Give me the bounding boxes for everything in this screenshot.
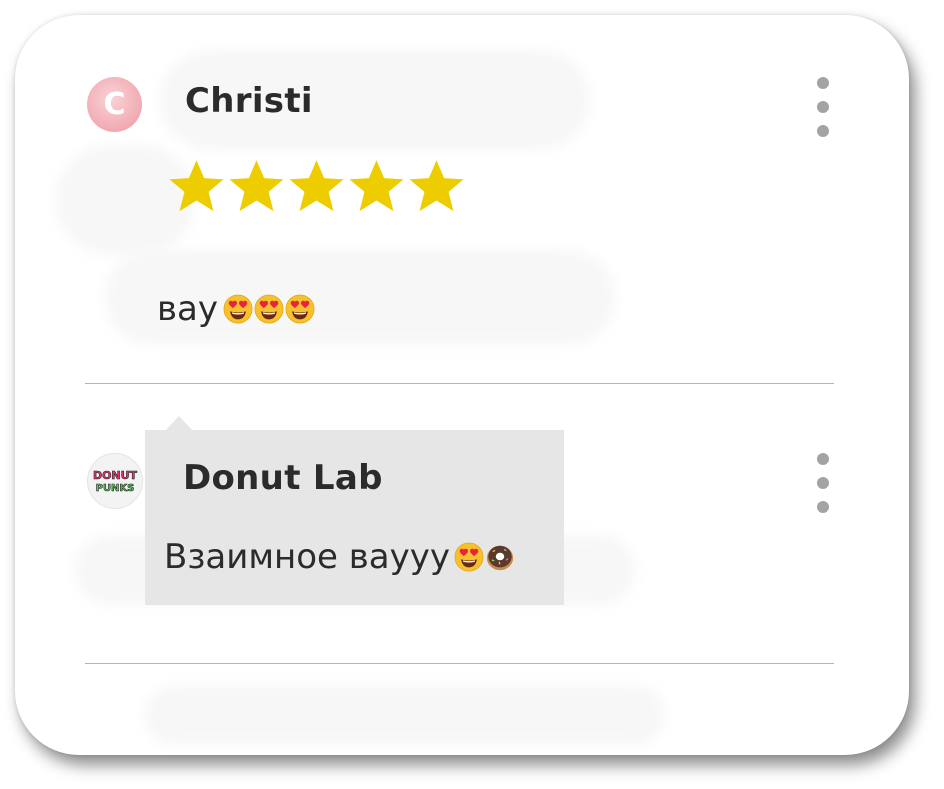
author-name[interactable]: Christi bbox=[185, 81, 313, 121]
reply-author-name[interactable]: Donut Lab bbox=[183, 458, 383, 498]
heart-eyes-emoji-icon bbox=[285, 294, 315, 324]
divider bbox=[85, 383, 834, 384]
reply-text: Взаимное ваууу bbox=[164, 537, 450, 577]
more-options-button[interactable] bbox=[808, 77, 838, 137]
star-icon bbox=[287, 158, 346, 215]
review-emojis bbox=[222, 294, 315, 324]
more-vertical-icon-dot bbox=[817, 125, 829, 137]
review-text: вау bbox=[157, 289, 218, 329]
avatar-letter: C bbox=[103, 87, 126, 122]
reply-emojis bbox=[453, 542, 515, 572]
reply-more-options-button[interactable] bbox=[808, 453, 838, 513]
more-vertical-icon-dot bbox=[817, 477, 829, 489]
reply-bubble-arrow bbox=[165, 416, 193, 431]
donut-punks-logo: DONUT PUNKS bbox=[93, 469, 138, 495]
star-icon bbox=[167, 158, 226, 215]
reply-avatar[interactable]: DONUT PUNKS bbox=[87, 453, 143, 509]
review-text-row: вау bbox=[157, 289, 315, 329]
reply-bubble bbox=[145, 430, 564, 605]
avatar[interactable]: C bbox=[87, 77, 142, 132]
heart-eyes-emoji-icon bbox=[223, 294, 253, 324]
more-vertical-icon bbox=[817, 77, 829, 89]
star-icon bbox=[347, 158, 406, 215]
heart-eyes-emoji-icon bbox=[454, 542, 484, 572]
more-vertical-icon-dot bbox=[817, 501, 829, 513]
more-vertical-icon-dot bbox=[817, 101, 829, 113]
svg-text:PUNKS: PUNKS bbox=[96, 483, 135, 494]
heart-eyes-emoji-icon bbox=[254, 294, 284, 324]
reply-text-row: Взаимное ваууу bbox=[164, 537, 515, 577]
star-icon bbox=[227, 158, 286, 215]
donut-emoji-icon bbox=[485, 542, 515, 572]
more-vertical-icon bbox=[817, 453, 829, 465]
background-blob bbox=[145, 685, 665, 745]
star-rating bbox=[167, 158, 466, 215]
star-icon bbox=[407, 158, 466, 215]
svg-text:DONUT: DONUT bbox=[93, 469, 138, 482]
review-card: C Christi вау DONUT PUNKS Donut Lab Взаи… bbox=[15, 15, 909, 755]
divider bbox=[85, 663, 834, 664]
